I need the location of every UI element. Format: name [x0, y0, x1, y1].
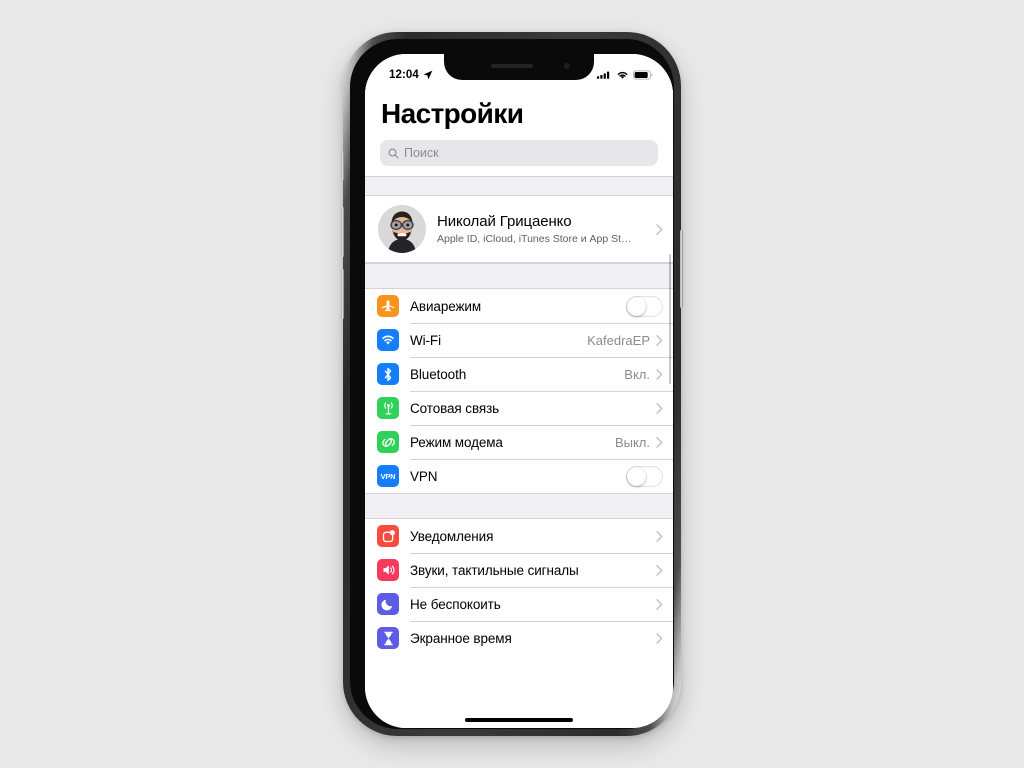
row-value: KafedraEP — [587, 332, 650, 348]
row-label: Экранное время — [410, 630, 512, 646]
chevron-right-icon — [656, 436, 663, 448]
row-label: Уведомления — [410, 528, 494, 544]
row-label: Wi-Fi — [410, 332, 441, 348]
airplane-icon — [377, 295, 399, 317]
row-value: Выкл. — [614, 434, 650, 450]
hourglass-icon — [377, 627, 399, 649]
row-label: Авиарежим — [410, 298, 482, 314]
silent-switch[interactable] — [341, 152, 344, 180]
search-bar-wrapper: Поиск — [365, 138, 673, 176]
phone-bezel: 12:04 Настройки Поиск Николай Грицаенко … — [350, 39, 674, 729]
memoji-avatar — [378, 205, 426, 253]
scrollbar[interactable] — [668, 254, 671, 384]
chevron-right-icon — [656, 368, 663, 380]
toggle-knob — [627, 466, 646, 486]
settings-row-cellular[interactable]: Сотовая связь — [365, 391, 673, 425]
row-label: Не беспокоить — [410, 596, 501, 612]
settings-row-bluetooth[interactable]: Bluetooth Вкл. — [365, 357, 673, 391]
profile-subtitle: Apple ID, iCloud, iTunes Store и App St… — [437, 232, 632, 245]
chevron-right-icon — [656, 334, 663, 346]
connectivity-group: Авиарежим Wi-Fi KafedraEP Bluetooth Вкл.… — [365, 289, 673, 493]
profile-name: Николай Грицаенко — [437, 212, 572, 230]
row-label: VPN — [410, 468, 438, 484]
toggle-knob — [627, 296, 646, 316]
search-icon — [388, 148, 399, 159]
front-camera-icon — [564, 63, 570, 69]
speaker-icon — [377, 559, 399, 581]
profile-text: Николай Грицаенко Apple ID, iCloud, iTun… — [437, 212, 645, 247]
settings-row-personal-hotspot[interactable]: Режим модема Выкл. — [365, 425, 673, 459]
row-label: Сотовая связь — [410, 400, 500, 416]
moon-icon — [377, 593, 399, 615]
settings-row-do-not-disturb[interactable]: Не беспокоить — [365, 587, 673, 621]
row-label: Режим модема — [410, 434, 503, 450]
settings-row-sounds-haptics[interactable]: Звуки, тактильные сигналы — [365, 553, 673, 587]
apple-id-profile-row[interactable]: Николай Грицаенко Apple ID, iCloud, iTun… — [365, 196, 673, 263]
status-bar-left: 12:04 — [389, 69, 433, 81]
vpn-icon: VPN — [377, 465, 399, 487]
bluetooth-icon — [377, 363, 399, 385]
airplane-mode-toggle[interactable] — [626, 295, 663, 317]
location-arrow-icon — [423, 70, 433, 80]
earpiece-speaker-icon — [491, 64, 533, 68]
settings-row-airplane-mode[interactable]: Авиарежим — [365, 289, 673, 323]
cellular-antenna-icon — [377, 397, 399, 419]
power-button[interactable] — [680, 230, 683, 308]
profile-group: Николай Грицаенко Apple ID, iCloud, iTun… — [365, 196, 673, 263]
settings-row-notifications[interactable]: Уведомления — [365, 519, 673, 553]
section-gap-1 — [365, 263, 673, 289]
notification-badge-icon — [377, 525, 399, 547]
chevron-right-icon — [656, 223, 663, 235]
settings-scroll-view[interactable]: Настройки Поиск Николай Грицаенко Apple … — [365, 54, 673, 728]
phone-screen: 12:04 Настройки Поиск Николай Грицаенко … — [365, 54, 673, 728]
row-value: Вкл. — [624, 366, 650, 382]
chevron-right-icon — [656, 564, 663, 576]
alerts-group: Уведомления Звуки, тактильные сигналы Не… — [365, 519, 673, 655]
page-title: Настройки — [381, 98, 524, 129]
volume-down-button[interactable] — [341, 269, 344, 319]
wifi-icon — [617, 71, 628, 79]
search-placeholder: Поиск — [404, 146, 439, 160]
row-label: Звуки, тактильные сигналы — [410, 562, 579, 578]
phone-frame: 12:04 Настройки Поиск Николай Грицаенко … — [341, 32, 683, 736]
section-gap-2 — [365, 493, 673, 519]
settings-row-wifi[interactable]: Wi-Fi KafedraEP — [365, 323, 673, 357]
cellular-bars-icon — [597, 71, 610, 79]
chevron-right-icon — [656, 530, 663, 542]
home-indicator[interactable] — [465, 718, 573, 722]
settings-row-vpn[interactable]: VPN VPN — [365, 459, 673, 493]
chevron-right-icon — [656, 598, 663, 610]
chevron-right-icon — [656, 632, 663, 644]
section-gap-top — [365, 176, 673, 196]
wifi-icon — [377, 329, 399, 351]
volume-up-button[interactable] — [341, 207, 344, 257]
chevron-right-icon — [656, 402, 663, 414]
hotspot-link-icon — [377, 431, 399, 453]
search-input[interactable]: Поиск — [380, 140, 658, 166]
row-label: Bluetooth — [410, 366, 467, 382]
vpn-toggle[interactable] — [626, 465, 663, 487]
status-bar-right — [597, 70, 653, 80]
settings-row-screen-time[interactable]: Экранное время — [365, 621, 673, 655]
battery-icon — [633, 70, 653, 80]
status-bar-time: 12:04 — [389, 69, 419, 81]
notch — [444, 54, 594, 80]
